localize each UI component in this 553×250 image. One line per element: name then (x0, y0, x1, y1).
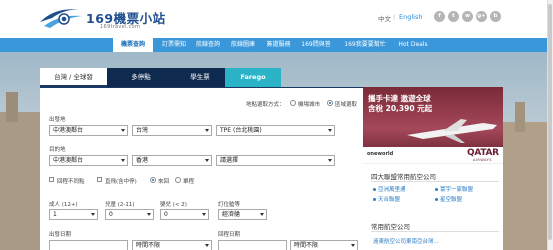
mode-city-label: 機場城市 (298, 102, 321, 108)
facebook-icon[interactable]: f (434, 11, 445, 22)
tab-farego[interactable]: Farego (225, 68, 281, 87)
direct-flight-label: 直飛(含中停) (105, 179, 137, 185)
direct-flight-checkbox[interactable] (97, 177, 102, 182)
divider (371, 231, 499, 232)
tab-taiwan-global[interactable]: 台灣 / 全球發 (40, 68, 107, 87)
from-country-select[interactable]: 台灣 (132, 125, 212, 136)
chevron-down-icon (147, 213, 151, 216)
nav-help[interactable]: 169我要要幫忙 (338, 38, 392, 52)
search-mode-label: 地點選取方式： (246, 102, 285, 108)
oneworld-logo: oneworld (367, 151, 394, 157)
depart-time-select[interactable]: 時間不限 (132, 240, 212, 250)
return-different-checkbox[interactable] (49, 177, 54, 182)
one-way-radio[interactable] (175, 177, 181, 183)
qatar-logo-sub: AIRWAYS (473, 158, 492, 162)
bullet-icon (435, 188, 438, 191)
nav-hot-deals[interactable]: Hot Deals (395, 38, 431, 52)
promo-footer: oneworld QATAR AIRWAYS (363, 147, 503, 163)
bullet-icon (373, 188, 376, 191)
alliance-link[interactable]: 星空聯盟 (435, 195, 462, 203)
search-tabs: 台灣 / 全球發 多停點 學生票 Farego (40, 68, 503, 87)
nav-flight-search[interactable]: 機票查詢 (113, 38, 153, 52)
mode-region-radio[interactable] (327, 100, 333, 106)
round-trip-radio[interactable] (150, 177, 156, 183)
to-label: 目的地 (49, 147, 66, 153)
from-region-select[interactable]: 中港澳鄰台 (49, 125, 128, 136)
airplane-icon (407, 119, 497, 143)
chevron-down-icon (260, 213, 264, 216)
alliances-panel: 四大聯盟常用航空公司 亞洲萬里通 寰宇一家聯盟 天合聯盟 星空聯盟 常用航空公司… (363, 163, 503, 250)
chevron-down-icon (205, 129, 209, 132)
chevron-down-icon (202, 213, 206, 216)
main-nav: 機票查詢 訂票需知 航線查詢 航線圖庫 簽證服務 169問與答 169我要要幫忙… (0, 38, 553, 52)
page-scrollbar[interactable] (547, 0, 553, 250)
alliance-link[interactable]: 天合聯盟 (373, 195, 400, 203)
to-region-select[interactable]: 中港澳鄰台 (49, 155, 128, 166)
divider (371, 181, 499, 182)
chevron-down-icon (351, 244, 355, 247)
adult-select[interactable]: 1 (49, 209, 98, 220)
common-airlines-title: 常用航空公司 (371, 223, 410, 231)
search-form: 地點選取方式： 機場城市 區域選取 出發地 中港澳鄰台 台灣 TPE (台北桃園… (40, 87, 363, 250)
scroll-thumb[interactable] (548, 4, 552, 240)
child-select[interactable]: 0 (105, 209, 154, 220)
chevron-down-icon (205, 159, 209, 162)
qatar-logo: QATAR (467, 148, 499, 158)
tab-student[interactable]: 學生票 (175, 68, 225, 87)
tab-multi-stop[interactable]: 多停點 (107, 68, 175, 87)
chevron-down-icon (121, 129, 125, 132)
lang-chinese-link[interactable]: 中文 (378, 13, 391, 23)
chevron-down-icon (328, 159, 332, 162)
lang-separator: | (393, 13, 396, 21)
alliance-link[interactable]: 寰宇一家聯盟 (435, 185, 473, 193)
to-country-select[interactable]: 香港 (132, 155, 212, 166)
blog-icon[interactable]: b (490, 11, 501, 22)
promo-price: 含稅 20,390 元起 (368, 104, 433, 113)
adult-label: 成人 (12+) (49, 202, 78, 208)
twitter-icon[interactable]: t (448, 11, 459, 22)
infant-label: 嬰兒 (< 2) (160, 202, 187, 208)
weibo-icon[interactable]: w (462, 11, 473, 22)
nav-booking-info[interactable]: 訂票需知 (158, 38, 190, 52)
mode-region-label: 區域選取 (335, 102, 358, 108)
depart-date-input[interactable] (49, 240, 128, 250)
class-select[interactable]: 經濟艙 (218, 209, 267, 220)
alliances-title: 四大聯盟常用航空公司 (371, 173, 436, 181)
nav-faq[interactable]: 169問與答 (298, 38, 334, 52)
round-trip-label: 來回 (158, 179, 170, 185)
site-header: 169機票小站 169travel.com 中文 | English f t w… (0, 0, 553, 38)
class-label: 訂位艙等 (218, 202, 241, 208)
bullet-icon (373, 198, 376, 201)
chevron-down-icon (91, 213, 95, 216)
qatar-promo-banner[interactable]: 攜手卡達 遨遊全球 含稅 20,390 元起 oneworld QATAR AI… (363, 87, 503, 163)
alliance-link[interactable]: 亞洲萬里通 (373, 185, 406, 193)
bullet-icon (435, 198, 438, 201)
return-time-select[interactable]: 時間不限 (290, 240, 358, 250)
one-way-label: 單程 (183, 179, 195, 185)
depart-date-label: 出發日期 (49, 232, 72, 238)
return-different-label: 回程不同點 (57, 179, 85, 185)
mode-city-radio[interactable] (290, 100, 296, 106)
to-city-select[interactable]: 請選擇 (216, 155, 335, 166)
from-label: 出發地 (49, 117, 66, 123)
nav-route-search[interactable]: 航線查詢 (192, 38, 224, 52)
chevron-down-icon (121, 159, 125, 162)
googleplus-icon[interactable]: g+ (476, 11, 487, 22)
child-label: 兒童 (2-11) (105, 202, 135, 208)
chevron-down-icon (205, 244, 209, 247)
nav-route-map[interactable]: 航線圖庫 (227, 38, 259, 52)
return-date-input[interactable] (218, 240, 287, 250)
return-date-label: 回程日期 (218, 232, 241, 238)
common-airlines-link[interactable]: 遠東航空公司東南亞台灣... (373, 237, 439, 245)
brand-url: 169travel.com (100, 24, 141, 30)
chevron-down-icon (328, 129, 332, 132)
infant-select[interactable]: 0 (160, 209, 209, 220)
nav-visa[interactable]: 簽證服務 (262, 38, 295, 52)
logo-eye-icon[interactable] (38, 4, 84, 32)
lang-english-link[interactable]: English (399, 13, 422, 21)
from-city-select[interactable]: TPE (台北桃園) (216, 125, 335, 136)
